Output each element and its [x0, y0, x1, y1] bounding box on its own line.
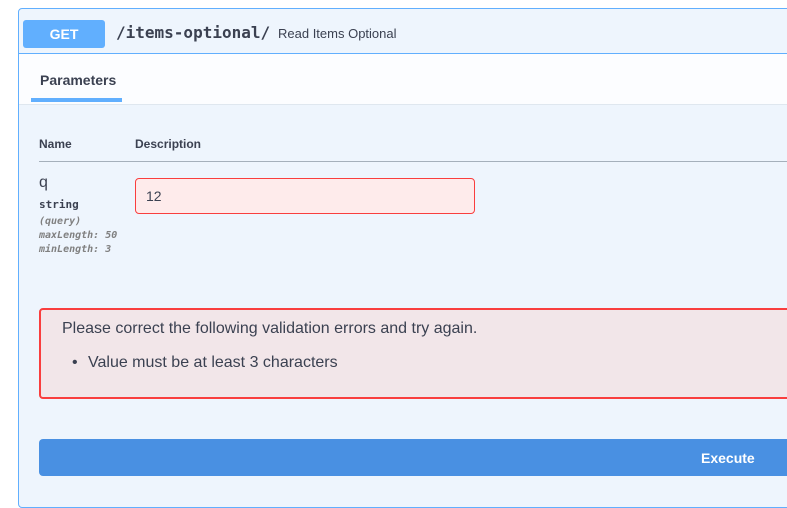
column-header-description: Description — [135, 137, 202, 151]
validation-error-box: Please correct the following validation … — [39, 308, 787, 399]
execute-button[interactable]: Execute — [39, 439, 787, 476]
operation-summary[interactable]: GET /items-optional/ Read Items Optional — [19, 9, 787, 54]
column-header-name: Name — [39, 137, 72, 151]
validation-error-message: Please correct the following validation … — [62, 320, 478, 337]
parameter-min-length: minLength: 3 — [39, 244, 112, 255]
validation-error-item: Value must be at least 3 characters — [72, 354, 338, 372]
execute-button-label: Execute — [701, 450, 755, 466]
parameters-section-header: Parameters — [19, 54, 787, 105]
operation-block: GET /items-optional/ Read Items Optional… — [18, 8, 787, 508]
parameter-type: string — [39, 198, 79, 211]
operation-path: /items-optional/ — [116, 23, 271, 42]
header-divider — [39, 161, 787, 162]
tab-parameters[interactable]: Parameters — [40, 72, 116, 88]
method-badge: GET — [23, 20, 105, 48]
parameter-max-length: maxLength: 50 — [39, 230, 118, 241]
tab-active-indicator — [31, 98, 122, 102]
parameter-location: (query) — [39, 216, 82, 227]
operation-summary-text: Read Items Optional — [278, 26, 397, 41]
parameter-q-input[interactable] — [135, 178, 475, 214]
parameter-name: q — [39, 174, 48, 191]
